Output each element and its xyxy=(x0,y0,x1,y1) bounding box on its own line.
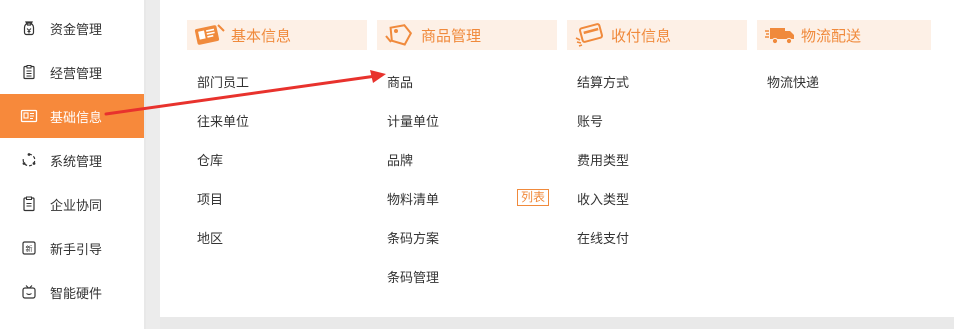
price-tag-icon xyxy=(383,20,419,50)
panel-bottom-edge xyxy=(160,317,954,329)
sidebar-item-label: 经营管理 xyxy=(50,66,103,82)
link-barcode-management[interactable]: 条码管理 xyxy=(387,267,439,286)
money-bag-icon xyxy=(20,19,38,37)
sidebar-item-label: 资金管理 xyxy=(50,22,103,38)
sidebar-item-label: 系统管理 xyxy=(50,154,103,170)
link-product[interactable]: 商品 xyxy=(387,72,413,91)
link-income-type[interactable]: 收入类型 xyxy=(577,189,629,208)
column-header: 商品管理 xyxy=(377,20,557,50)
link-online-payment[interactable]: 在线支付 xyxy=(577,228,629,247)
column-payment-info: 收付信息 结算方式 账号 费用类型 收入类型 在线支付 xyxy=(567,20,747,247)
column-logistics: 物流配送 物流快递 xyxy=(757,20,931,91)
link-region[interactable]: 地区 xyxy=(197,228,223,247)
sidebar-item-operations[interactable]: 经营管理 xyxy=(0,50,144,94)
column-product-management: 商品管理 商品 计量单位 品牌 物料清单 列表 条码方案 条码管理 xyxy=(377,20,557,286)
link-account[interactable]: 账号 xyxy=(577,111,603,130)
sidebar-item-hardware[interactable]: 智能硬件 xyxy=(0,270,144,314)
link-partner-units[interactable]: 往来单位 xyxy=(197,111,249,130)
sidebar-item-basic-info[interactable]: 基础信息 xyxy=(0,94,144,138)
sidebar: 资金管理 经营管理 基础信息 系统管理 企业协同 新 新手引导 智能硬件 xyxy=(0,0,144,329)
sidebar-item-label: 基础信息 xyxy=(50,110,103,126)
payment-card-icon xyxy=(573,20,609,50)
basic-info-menu-panel: 基本信息 部门员工 往来单位 仓库 项目 地区 商品管理 商品 计量单位 品牌 … xyxy=(160,0,954,317)
new-badge-icon: 新 xyxy=(20,239,38,257)
link-project[interactable]: 项目 xyxy=(197,189,223,208)
column-header: 物流配送 xyxy=(757,20,931,50)
column-title: 收付信息 xyxy=(611,26,672,45)
delivery-truck-icon xyxy=(763,20,799,50)
svg-text:新: 新 xyxy=(26,244,33,253)
sidebar-item-guide[interactable]: 新 新手引导 xyxy=(0,226,144,270)
link-department-staff[interactable]: 部门员工 xyxy=(197,72,249,91)
link-logistics-express[interactable]: 物流快递 xyxy=(767,72,819,91)
link-unit-of-measure[interactable]: 计量单位 xyxy=(387,111,439,130)
sidebar-item-label: 新手引导 xyxy=(50,242,103,258)
bom-list-tag[interactable]: 列表 xyxy=(517,189,550,206)
column-title: 商品管理 xyxy=(421,26,482,45)
sidebar-item-funds[interactable]: 资金管理 xyxy=(0,6,144,50)
link-brand[interactable]: 品牌 xyxy=(387,150,413,169)
tv-robot-icon xyxy=(20,283,38,301)
link-warehouse[interactable]: 仓库 xyxy=(197,150,223,169)
sidebar-item-collaboration[interactable]: 企业协同 xyxy=(0,182,144,226)
column-title: 物流配送 xyxy=(801,26,862,45)
sidebar-item-label: 智能硬件 xyxy=(50,286,103,302)
scroll-gutter-inner xyxy=(146,0,160,329)
profile-card-icon xyxy=(193,20,229,50)
id-card-icon xyxy=(20,107,38,125)
cycle-icon xyxy=(20,151,38,169)
column-title: 基本信息 xyxy=(231,26,292,45)
link-bill-of-materials[interactable]: 物料清单 xyxy=(387,189,439,208)
column-header: 收付信息 xyxy=(567,20,747,50)
document-icon xyxy=(20,195,38,213)
sidebar-item-system[interactable]: 系统管理 xyxy=(0,138,144,182)
clipboard-icon xyxy=(20,63,38,81)
sidebar-item-label: 企业协同 xyxy=(50,198,103,214)
link-settlement-method[interactable]: 结算方式 xyxy=(577,72,629,91)
link-barcode-scheme[interactable]: 条码方案 xyxy=(387,228,439,247)
link-expense-type[interactable]: 费用类型 xyxy=(577,150,629,169)
column-basic-info: 基本信息 部门员工 往来单位 仓库 项目 地区 xyxy=(187,20,367,247)
column-header: 基本信息 xyxy=(187,20,367,50)
